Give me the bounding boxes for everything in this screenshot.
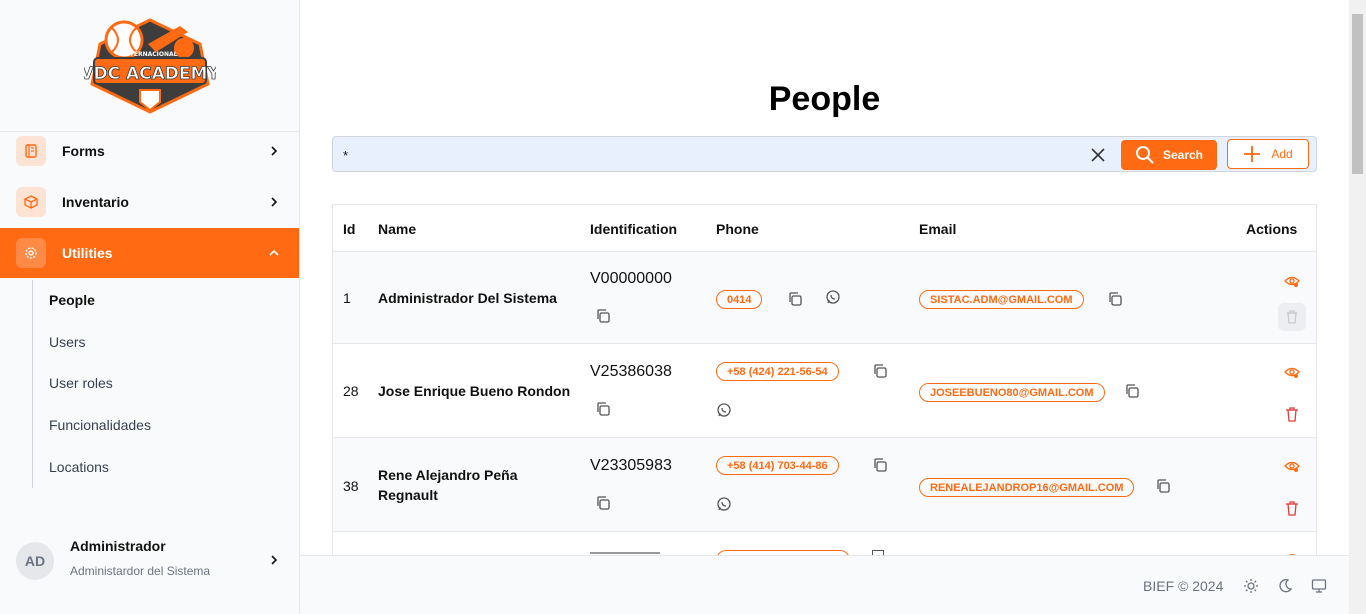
table-row: 28 Jose Enrique Bueno Rondon V25386038 +…	[333, 343, 1316, 437]
column-header: Identification	[590, 221, 678, 237]
copy-icon[interactable]	[872, 457, 888, 473]
column-header: Name	[378, 221, 417, 237]
svg-text:VDC ACADEMY: VDC ACADEMY	[84, 64, 216, 84]
copy-icon[interactable]	[787, 291, 803, 307]
chevron-right-icon	[271, 555, 278, 565]
column-header: Email	[919, 221, 957, 237]
user-role: Administardor del Sistema	[70, 564, 211, 578]
search-input[interactable]	[343, 143, 1083, 167]
table-row: 1 Administrador Del Sistema V00000000 04…	[333, 251, 1316, 343]
search-button[interactable]: Search	[1121, 140, 1217, 170]
avatar: AD	[16, 542, 54, 580]
sidebar-subitem-user-roles[interactable]: User roles	[49, 375, 113, 391]
footer: BIEF © 2024	[300, 555, 1349, 614]
main-content: People Search Add Id Name Identification…	[300, 0, 1349, 555]
scrollbar-thumb[interactable]	[1352, 14, 1363, 174]
plus-icon	[1244, 146, 1261, 162]
copy-icon[interactable]	[595, 401, 611, 417]
view-icon[interactable]	[1284, 364, 1300, 380]
add-button[interactable]: Add	[1227, 139, 1309, 169]
sidebar-subitem-people[interactable]: People	[49, 292, 95, 308]
search-icon	[1135, 146, 1154, 164]
people-table: Id Name Identification Phone Email Actio…	[332, 204, 1317, 555]
search-button-label: Search	[1162, 148, 1204, 162]
sidebar: INTERNACIONAL VDC ACADEMY Forms Inventar…	[0, 0, 300, 614]
row-id: 28	[343, 383, 359, 399]
sidebar-item-forms[interactable]: Forms	[0, 126, 299, 176]
copyright: BIEF © 2024	[1143, 578, 1224, 594]
table-row	[333, 531, 1316, 555]
email-pill[interactable]: RENEALEJANDROP16@GMAIL.COM	[919, 478, 1135, 497]
phone-pill[interactable]: +58 (414) 703-44-86	[716, 456, 839, 475]
phone-pill[interactable]: 0414	[716, 290, 763, 309]
sidebar-item-label: Utilities	[62, 245, 113, 261]
user-menu[interactable]: AD Administrador Administardor del Siste…	[0, 522, 299, 598]
copy-icon[interactable]	[595, 308, 611, 324]
chevron-right-icon	[271, 146, 278, 156]
email-pill[interactable]: SISTAC.ADM@GMAIL.COM	[919, 290, 1084, 309]
copy-icon[interactable]	[1155, 478, 1171, 494]
view-icon[interactable]	[1284, 273, 1300, 289]
view-icon[interactable]	[1284, 458, 1300, 474]
email-pill[interactable]: JOSEEBUENO80@GMAIL.COM	[919, 383, 1105, 402]
column-header: Actions	[1246, 221, 1298, 237]
submenu-line	[32, 280, 33, 488]
copy-icon[interactable]	[595, 495, 611, 511]
table-row: 38 Rene Alejandro Peña Regnault V2330598…	[333, 437, 1316, 531]
phone-pill[interactable]: +58 (424) 221-56-54	[716, 362, 839, 381]
row-identification: V25386038	[590, 363, 672, 380]
delete-button-disabled	[1278, 303, 1306, 331]
sidebar-subitem-locations[interactable]: Locations	[49, 459, 109, 475]
row-id: 38	[343, 478, 359, 494]
moon-icon[interactable]	[1277, 578, 1293, 594]
page-title: People	[768, 80, 881, 118]
trash-icon[interactable]	[1284, 406, 1300, 422]
copy-icon[interactable]	[872, 363, 888, 379]
close-icon[interactable]	[1089, 146, 1107, 164]
sidebar-subitem-funcionalidades[interactable]: Funcionalidades	[49, 417, 151, 433]
row-id: 1	[343, 290, 351, 306]
copy-icon[interactable]	[1107, 291, 1123, 307]
row-identification: V00000000	[590, 270, 672, 287]
row-name: Rene Alejandro Peña Regnault	[378, 467, 518, 503]
chevron-up-icon	[269, 249, 279, 256]
row-name: Administrador Del Sistema	[378, 290, 557, 306]
gear-icon	[16, 238, 46, 268]
academy-logo[interactable]: INTERNACIONAL VDC ACADEMY	[84, 14, 216, 116]
sidebar-item-utilities[interactable]: Utilities	[0, 228, 299, 278]
search-bar: Search Add	[332, 136, 1317, 172]
notebook-icon	[16, 136, 46, 166]
add-button-label: Add	[1271, 147, 1293, 161]
sidebar-subitem-users[interactable]: Users	[49, 334, 86, 350]
sun-icon[interactable]	[1243, 578, 1259, 594]
svg-text:INTERNACIONAL: INTERNACIONAL	[123, 51, 178, 58]
sidebar-item-label: Inventario	[62, 194, 129, 210]
trash-icon	[1287, 310, 1297, 324]
sidebar-item-inventario[interactable]: Inventario	[0, 177, 299, 227]
monitor-icon[interactable]	[1311, 578, 1327, 594]
app: INTERNACIONAL VDC ACADEMY Forms Inventar…	[0, 0, 1366, 614]
row-name: Jose Enrique Bueno Rondon	[378, 383, 571, 399]
column-header: Id	[343, 221, 356, 237]
box-icon	[16, 187, 46, 217]
chevron-right-icon	[271, 197, 278, 207]
scrollbar[interactable]	[1349, 0, 1366, 614]
row-identification: V23305983	[590, 457, 672, 474]
user-name: Administrador	[70, 538, 166, 554]
copy-icon[interactable]	[1124, 383, 1140, 399]
trash-icon[interactable]	[1284, 500, 1300, 516]
whatsapp-icon[interactable]	[716, 402, 732, 418]
logo-area: INTERNACIONAL VDC ACADEMY	[0, 0, 299, 132]
column-header: Phone	[716, 221, 759, 237]
whatsapp-icon[interactable]	[716, 496, 732, 512]
sidebar-item-label: Forms	[62, 143, 105, 159]
whatsapp-icon[interactable]	[825, 289, 841, 305]
